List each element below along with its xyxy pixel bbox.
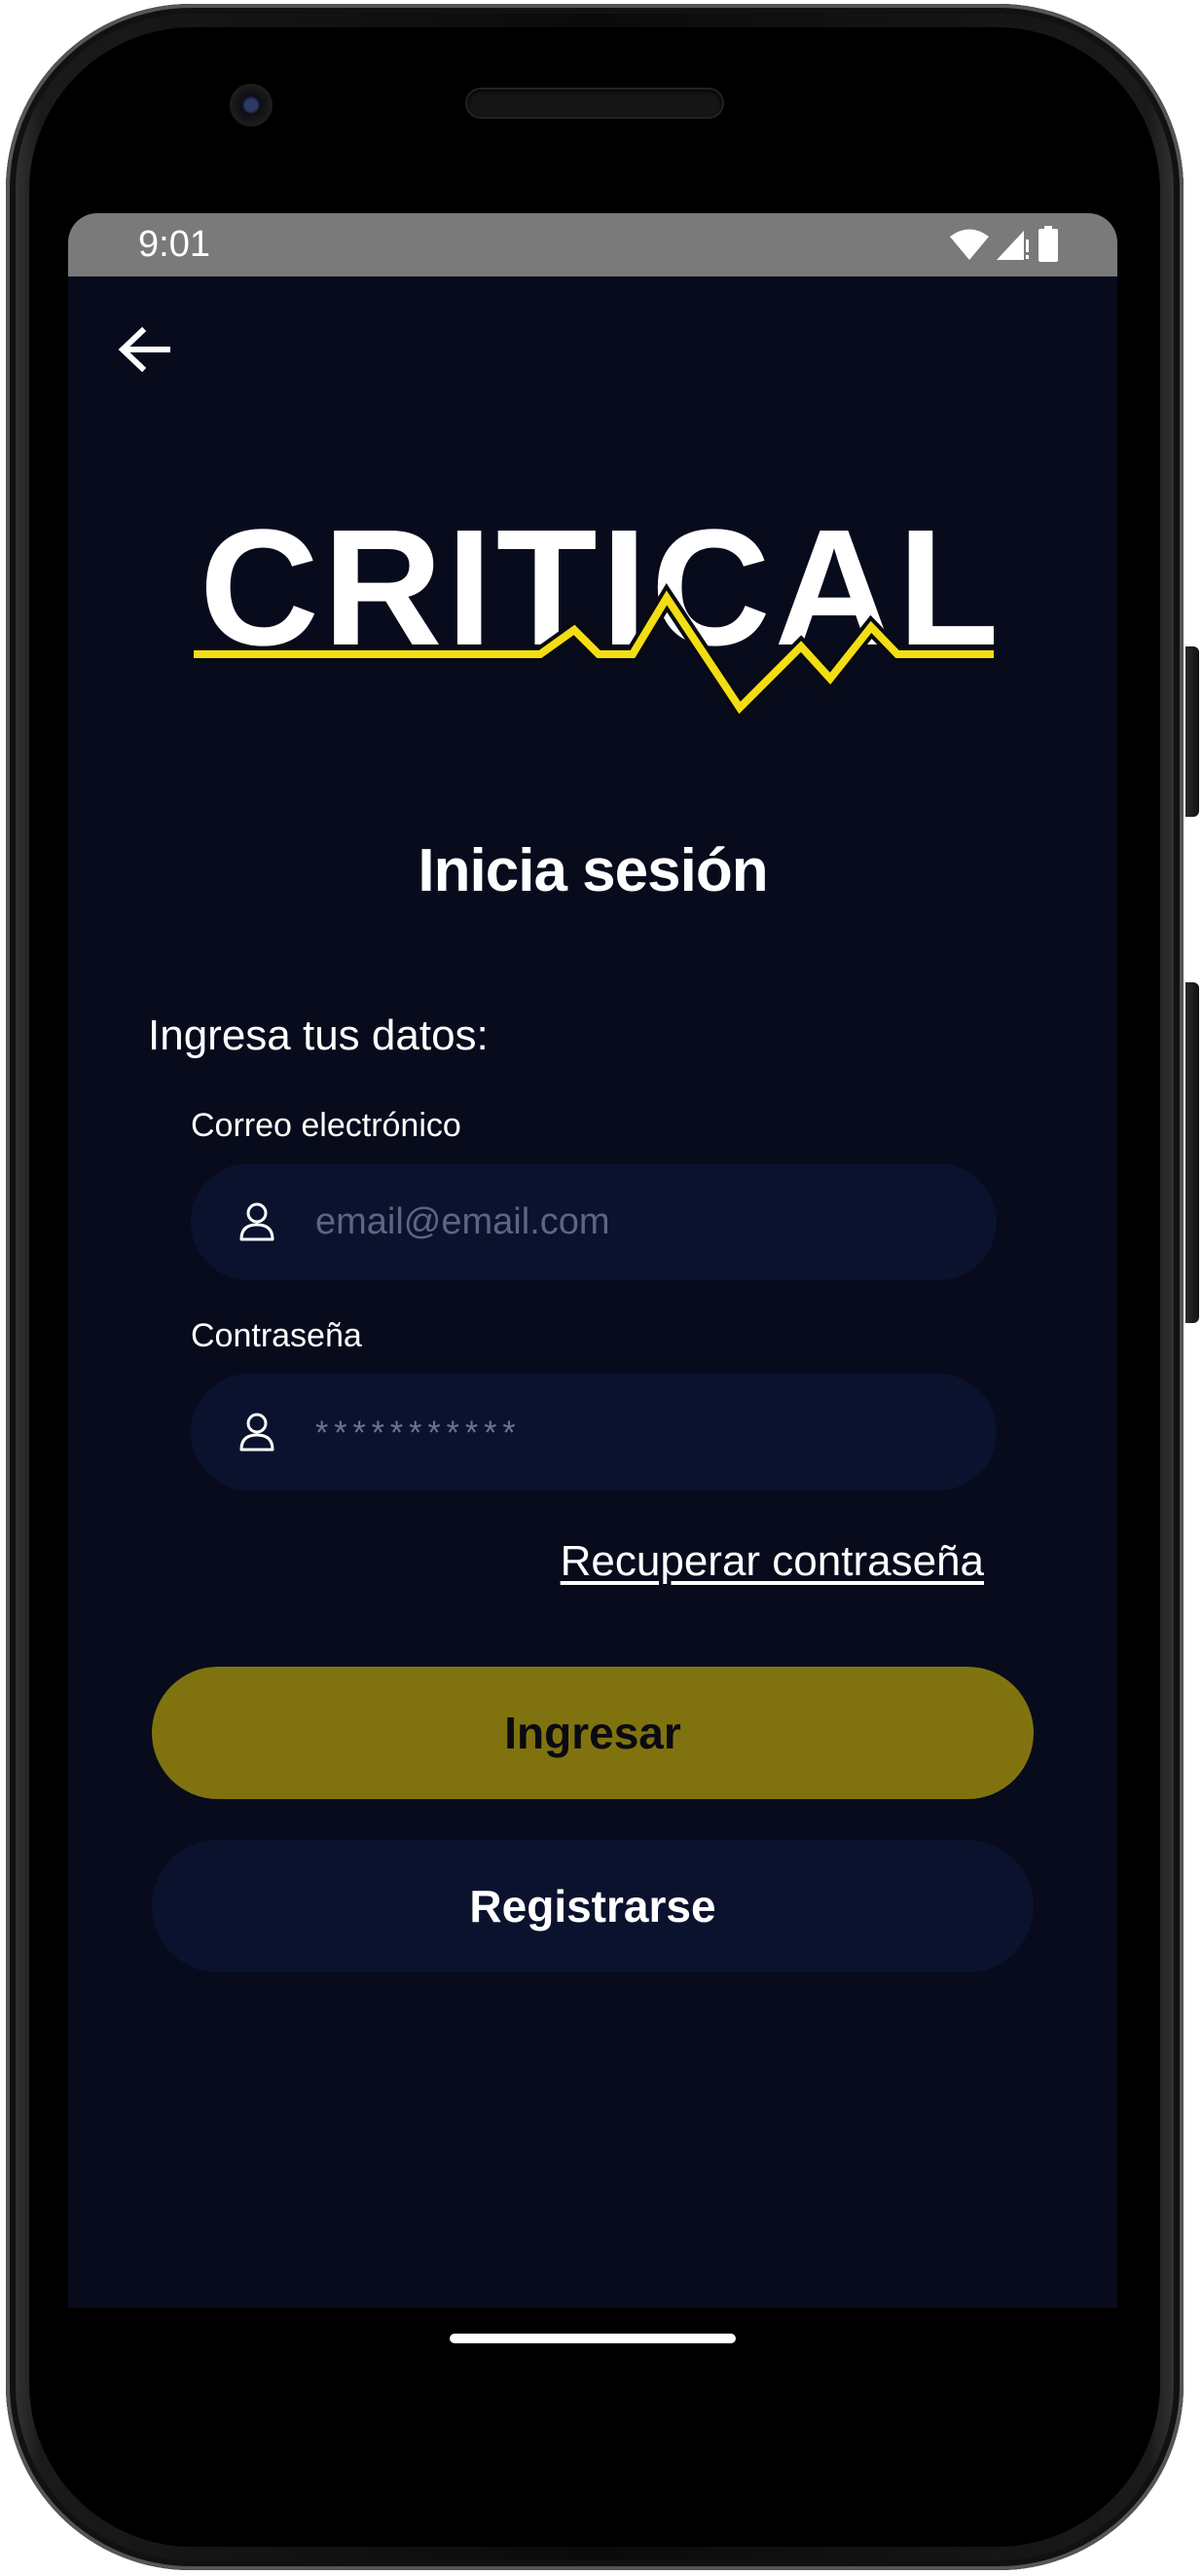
app-screen: 9:01 CRITICAL Inicia sesión Ingresa tus … — [68, 213, 1117, 2308]
email-field[interactable] — [191, 1163, 997, 1280]
power-button — [1185, 646, 1199, 817]
email-label: Correo electrónico — [191, 1107, 461, 1144]
status-bar: 9:01 — [68, 213, 1117, 276]
home-indicator[interactable] — [450, 2334, 736, 2343]
recover-password-link[interactable]: Recuperar contraseña — [561, 1537, 984, 1586]
arrow-left-icon — [118, 326, 170, 373]
form-subtitle: Ingresa tus datos: — [148, 1012, 489, 1059]
front-camera — [230, 84, 273, 127]
earpiece-speaker — [467, 90, 722, 117]
status-time: 9:01 — [138, 224, 210, 265]
user-icon — [199, 1163, 315, 1280]
battery-icon — [1038, 226, 1058, 262]
email-input[interactable] — [315, 1200, 997, 1243]
password-field[interactable] — [191, 1374, 997, 1490]
critical-logo: CRITICAL — [190, 505, 999, 797]
page-title: Inicia sesión — [418, 837, 768, 904]
user-icon — [199, 1374, 315, 1490]
volume-button — [1185, 982, 1199, 1323]
signal-icon — [997, 231, 1029, 260]
back-button[interactable] — [105, 311, 183, 388]
password-label: Contraseña — [191, 1317, 362, 1354]
register-button[interactable]: Registrarse — [152, 1840, 1034, 1972]
status-icons — [950, 225, 1059, 264]
heartbeat-line — [194, 583, 994, 720]
wifi-icon — [950, 229, 989, 260]
password-input[interactable] — [315, 1411, 997, 1454]
login-button[interactable]: Ingresar — [152, 1667, 1034, 1799]
